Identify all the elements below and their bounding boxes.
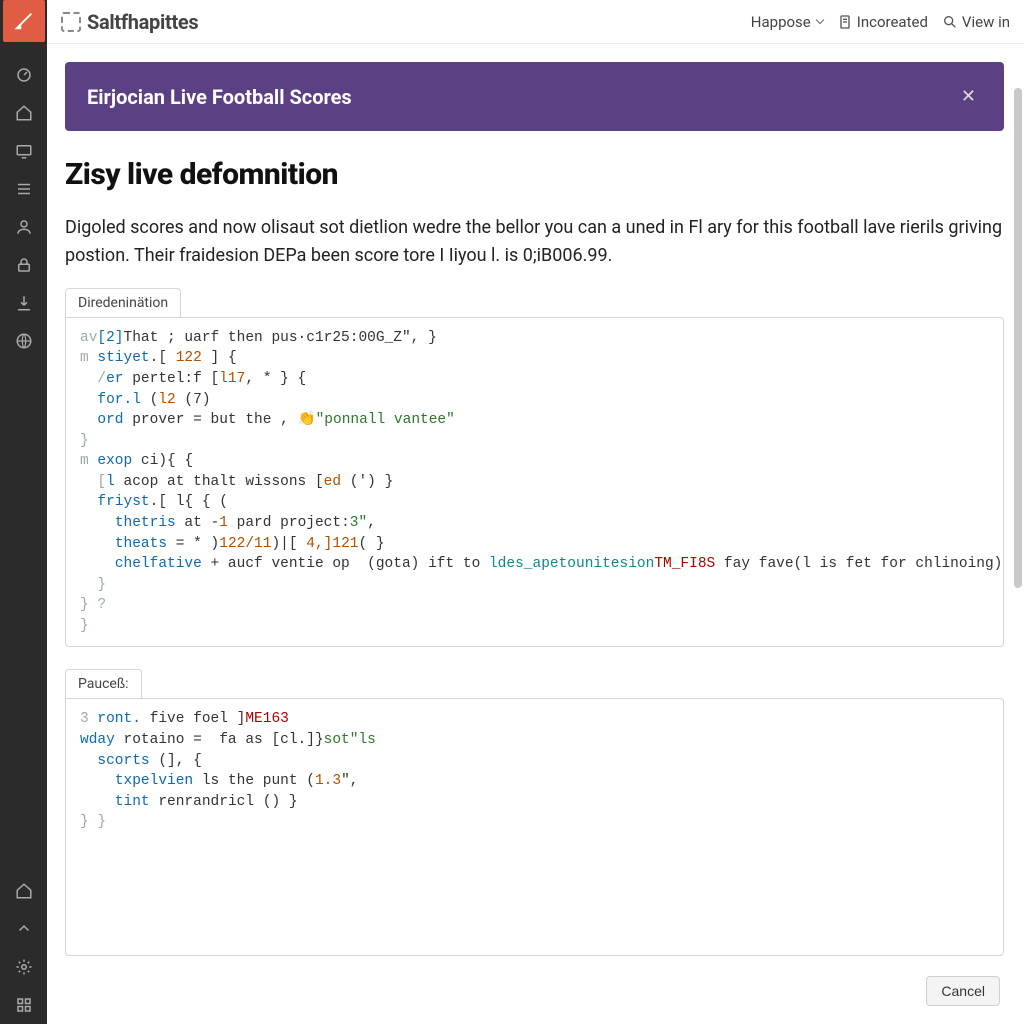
happose-label: Happose bbox=[751, 13, 811, 31]
code1-body[interactable]: av[2]That ; uarf then pus·c1r25:00G_Z", … bbox=[65, 317, 1004, 648]
view-in-label: View in bbox=[962, 13, 1010, 31]
doc-icon bbox=[837, 14, 853, 30]
gear-icon[interactable] bbox=[11, 954, 37, 980]
brand-icon bbox=[61, 12, 81, 32]
search-icon bbox=[942, 14, 958, 30]
code-section-1: Diredeninätion av[2]That ; uarf then pus… bbox=[65, 288, 1004, 648]
chevron-down-icon bbox=[816, 15, 824, 23]
user-icon[interactable] bbox=[11, 214, 37, 240]
topbar-right: Happose Incoreated View in bbox=[751, 13, 1010, 31]
page-description: Digoled scores and now olisaut sot dietl… bbox=[65, 214, 1004, 270]
announcement-banner: Eirjocian Live Football Scores ✕ bbox=[65, 62, 1004, 131]
banner-title: Eirjocian Live Football Scores bbox=[87, 85, 352, 109]
main-column: Saltfhapittes Happose Incoreated View in bbox=[47, 0, 1024, 1024]
cancel-button[interactable]: Cancel bbox=[926, 976, 1000, 1006]
dashboard-icon[interactable] bbox=[11, 62, 37, 88]
app-logo[interactable] bbox=[3, 0, 45, 42]
home2-icon[interactable] bbox=[11, 878, 37, 904]
code2-body[interactable]: 3 ront. five foel ]ME163 wday rotaino = … bbox=[65, 698, 1004, 956]
code1-tab[interactable]: Diredeninätion bbox=[65, 288, 181, 317]
close-icon[interactable]: ✕ bbox=[955, 82, 982, 111]
incoreated-label: Incoreated bbox=[857, 13, 928, 31]
screen-icon[interactable] bbox=[11, 138, 37, 164]
brand-name: Saltfhapittes bbox=[87, 10, 198, 34]
page-title: Zisy live defomnition bbox=[65, 157, 1004, 192]
view-in-link[interactable]: View in bbox=[942, 13, 1010, 31]
globe-icon[interactable] bbox=[11, 328, 37, 354]
lock-icon[interactable] bbox=[11, 252, 37, 278]
content-area: Eirjocian Live Football Scores ✕ Zisy li… bbox=[47, 44, 1024, 1024]
left-rail bbox=[0, 0, 47, 1024]
download-icon[interactable] bbox=[11, 290, 37, 316]
scrollbar-thumb[interactable] bbox=[1014, 88, 1022, 588]
collapse-icon[interactable] bbox=[11, 916, 37, 942]
topbar: Saltfhapittes Happose Incoreated View in bbox=[47, 0, 1024, 44]
home-icon[interactable] bbox=[11, 100, 37, 126]
code2-tab[interactable]: Pauceß: bbox=[65, 669, 142, 698]
footer-actions: Cancel bbox=[926, 976, 1000, 1006]
brand[interactable]: Saltfhapittes bbox=[61, 10, 198, 34]
grid-icon[interactable] bbox=[11, 992, 37, 1018]
happose-menu[interactable]: Happose bbox=[751, 13, 823, 31]
list-icon[interactable] bbox=[11, 176, 37, 202]
incoreated-link[interactable]: Incoreated bbox=[837, 13, 928, 31]
code-section-2: Pauceß: 3 ront. five foel ]ME163 wday ro… bbox=[65, 669, 1004, 956]
